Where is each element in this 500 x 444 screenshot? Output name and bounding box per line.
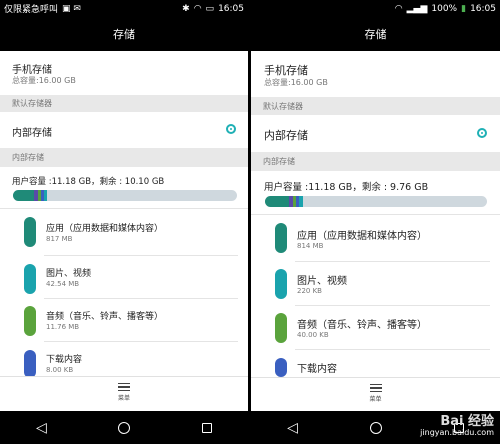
wifi-icon: ◠	[193, 3, 202, 14]
phone-storage-total: 总容量:16.00 GB	[264, 78, 328, 87]
menu-label: 菜单	[369, 396, 382, 403]
audio-color-icon	[275, 313, 287, 343]
watermark-url: jingyan.baidu.com	[420, 428, 494, 438]
downloads-color-icon	[275, 358, 287, 377]
phone-storage-label: 手机存储	[264, 64, 308, 77]
item-size: 42.54 MB	[46, 280, 80, 288]
home-icon[interactable]	[366, 418, 386, 438]
list-item[interactable]: 应用（应用数据和媒体内容） 814 MB	[251, 215, 500, 261]
battery-percent: 100%	[431, 3, 458, 14]
list-item[interactable]: 音频（音乐、铃声、播客等） 40.00 KB	[251, 306, 500, 350]
page-title: 存储	[0, 17, 248, 51]
list-item[interactable]: 下载内容	[251, 350, 500, 377]
battery-icon: ▭	[205, 3, 215, 14]
item-label: 音频（音乐、铃声、播客等）	[297, 320, 427, 331]
item-label: 图片、视频	[46, 269, 92, 279]
downloads-color-icon	[24, 350, 36, 378]
default-storage-section: 默认存储器	[0, 95, 248, 112]
item-size: 40.00 KB	[297, 331, 329, 339]
notification-icons: ▣ ✉	[62, 3, 81, 14]
list-item[interactable]: 图片、视频 42.54 MB	[0, 256, 248, 300]
item-label: 音频（音乐、铃声、播客等）	[46, 312, 164, 322]
back-icon[interactable]: ◁	[31, 418, 51, 438]
menu-button[interactable]: 菜单	[0, 376, 248, 412]
item-label: 下载内容	[297, 364, 337, 375]
item-label: 下载内容	[46, 355, 83, 365]
page-title: 存储	[251, 17, 500, 51]
internal-storage-section: 内部存储	[0, 148, 248, 167]
media-color-icon	[275, 269, 287, 299]
item-size: 11.76 MB	[46, 323, 80, 331]
audio-color-icon	[24, 306, 36, 336]
phone-storage-row[interactable]: 手机存储 总容量:16.00 GB	[0, 51, 248, 95]
usage-text: 用户容量 :11.18 GB，剩余 : 10.10 GB	[12, 177, 165, 187]
internal-storage-section: 内部存储	[251, 152, 500, 171]
phone-storage-total: 总容量:16.00 GB	[12, 76, 76, 85]
item-label: 图片、视频	[297, 276, 347, 287]
battery-icon: ▮	[461, 3, 467, 14]
clock-text: 16:05	[218, 3, 244, 14]
menu-icon	[369, 384, 382, 392]
navigation-bar: ◁	[0, 411, 248, 444]
carrier-text: 仅限紧急呼叫	[4, 5, 59, 15]
menu-icon	[118, 383, 130, 391]
back-icon[interactable]: ◁	[283, 418, 303, 438]
recents-icon[interactable]	[197, 418, 217, 438]
item-size: 220 KB	[297, 287, 322, 295]
storage-usage-bar	[265, 196, 487, 207]
item-size: 817 MB	[46, 235, 73, 243]
menu-label: 菜单	[117, 395, 130, 402]
list-item[interactable]: 音频（音乐、铃声、播客等） 11.76 MB	[0, 299, 248, 343]
phone-storage-row[interactable]: 手机存储 总容量:16.00 GB	[251, 51, 500, 97]
watermark-brand: Bai 经验	[440, 413, 494, 429]
list-item[interactable]: 下载内容 8.00 KB	[0, 342, 248, 378]
default-storage-item-label: 内部存储	[264, 129, 308, 142]
clock-text: 16:05	[470, 3, 496, 14]
apps-color-icon	[24, 217, 36, 247]
default-storage-item-label: 内部存储	[12, 128, 52, 139]
status-bar: ◠ ▂▄▆ 100% ▮ 16:05	[251, 0, 500, 17]
left-phone-screen: 仅限紧急呼叫 ▣ ✉ ✱ ◠ ▭ 16:05 存储 手机存储 总容量:16.00…	[0, 0, 248, 444]
home-icon[interactable]	[114, 418, 134, 438]
radio-selected-icon[interactable]	[226, 124, 236, 134]
status-bar: 仅限紧急呼叫 ▣ ✉ ✱ ◠ ▭ 16:05	[0, 0, 248, 17]
right-phone-screen: ◠ ▂▄▆ 100% ▮ 16:05 存储 手机存储 总容量:16.00 GB …	[251, 0, 500, 444]
signal-icon: ▂▄▆	[406, 3, 428, 14]
storage-details-list: 用户容量 :11.18 GB，剩余 : 9.76 GB 应用（应用数据和媒体内容…	[251, 171, 500, 377]
item-size: 814 MB	[297, 242, 324, 250]
list-item[interactable]: 应用（应用数据和媒体内容） 817 MB	[0, 209, 248, 255]
phone-storage-label: 手机存储	[12, 65, 52, 76]
apps-color-icon	[275, 223, 287, 253]
list-item[interactable]: 图片、视频 220 KB	[251, 262, 500, 306]
item-label: 应用（应用数据和媒体内容）	[297, 231, 427, 242]
bluetooth-icon: ✱	[182, 3, 190, 14]
default-storage-section: 默认存储器	[251, 97, 500, 115]
item-label: 应用（应用数据和媒体内容）	[46, 224, 164, 234]
usage-text: 用户容量 :11.18 GB，剩余 : 9.76 GB	[264, 182, 429, 193]
baidu-watermark: Bai 经验 jingyan.baidu.com	[420, 413, 494, 438]
default-storage-item[interactable]: 内部存储	[0, 112, 248, 148]
storage-details-list: 用户容量 :11.18 GB，剩余 : 10.10 GB 应用（应用数据和媒体内…	[0, 167, 248, 378]
storage-usage-bar	[13, 190, 237, 201]
media-color-icon	[24, 264, 36, 294]
screenshot-pair: 仅限紧急呼叫 ▣ ✉ ✱ ◠ ▭ 16:05 存储 手机存储 总容量:16.00…	[0, 0, 500, 444]
menu-button[interactable]: 菜单	[251, 377, 500, 412]
radio-selected-icon[interactable]	[477, 128, 487, 138]
item-size: 8.00 KB	[46, 366, 74, 374]
wifi-icon: ◠	[394, 3, 403, 14]
default-storage-item[interactable]: 内部存储	[251, 115, 500, 152]
